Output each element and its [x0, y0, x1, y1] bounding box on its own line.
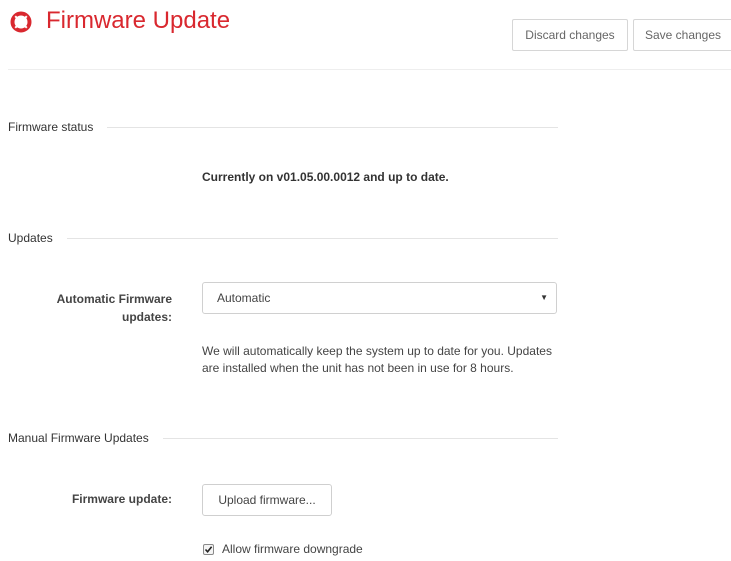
- section-title: Firmware status: [8, 120, 94, 134]
- allow-downgrade-label: Allow firmware downgrade: [222, 542, 363, 556]
- firmware-status-text: Currently on v01.05.00.0012 and up to da…: [202, 170, 449, 184]
- section-divider: [66, 237, 558, 239]
- section-updates: Updates: [8, 229, 558, 247]
- allow-downgrade-row: Allow firmware downgrade: [203, 542, 363, 556]
- automatic-updates-help: We will automatically keep the system up…: [202, 344, 552, 375]
- select-value: Automatic: [217, 291, 271, 305]
- section-manual-updates: Manual Firmware Updates: [8, 429, 558, 447]
- upload-firmware-button[interactable]: Upload firmware...: [202, 484, 332, 516]
- section-firmware-status: Firmware status: [8, 118, 558, 136]
- automatic-updates-select[interactable]: Automatic ▼: [202, 282, 557, 314]
- section-title: Updates: [8, 231, 53, 245]
- section-title: Manual Firmware Updates: [8, 431, 149, 445]
- page-title: Firmware Update: [46, 7, 231, 34]
- page-header: Firmware Update Discard changes Save cha…: [0, 0, 731, 70]
- header-divider: [8, 69, 731, 70]
- section-divider: [162, 437, 558, 439]
- allow-downgrade-checkbox[interactable]: [203, 543, 214, 555]
- save-changes-button[interactable]: Save changes: [633, 19, 731, 51]
- automatic-updates-label: Automatic Firmware updates:: [56, 292, 172, 324]
- section-divider: [107, 126, 558, 128]
- check-icon: [204, 545, 213, 553]
- firmware-update-label: Firmware update:: [71, 492, 172, 506]
- chevron-down-icon: ▼: [540, 293, 548, 302]
- lifebuoy-icon: [10, 11, 32, 33]
- discard-changes-button[interactable]: Discard changes: [512, 19, 628, 51]
